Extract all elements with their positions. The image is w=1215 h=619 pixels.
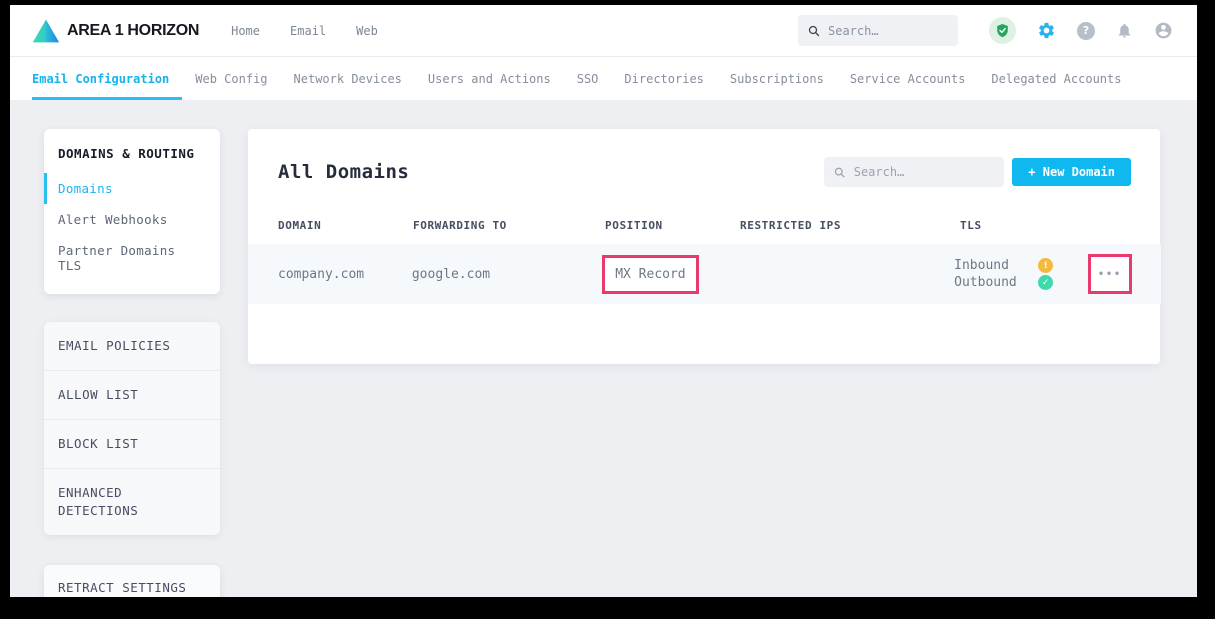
cell-position: MX Record: [602, 255, 736, 294]
topbar-right: ?: [798, 15, 1173, 46]
all-domains-panel: All Domains + New Domain DOMAIN FORWARDI…: [248, 129, 1160, 364]
protection-status-button[interactable]: [989, 17, 1016, 44]
account-button[interactable]: [1154, 21, 1173, 40]
tab-network-devices[interactable]: Network Devices: [281, 57, 415, 100]
tls-outbound-line: Outbound ✓: [954, 275, 1083, 290]
sidebar: DOMAINS & ROUTING Domains Alert Webhooks…: [44, 129, 220, 597]
content-area: DOMAINS & ROUTING Domains Alert Webhooks…: [10, 100, 1197, 596]
domains-search-input[interactable]: [854, 165, 995, 179]
tls-inbound-warning-icon: !: [1038, 258, 1053, 273]
sidebar-item-block-list[interactable]: BLOCK LIST: [44, 420, 220, 469]
logo-text: AREA 1 HORIZON: [67, 22, 199, 40]
panel-header: All Domains + New Domain: [278, 157, 1131, 187]
tab-users-and-actions[interactable]: Users and Actions: [415, 57, 564, 100]
tab-sso[interactable]: SSO: [564, 57, 612, 100]
global-search[interactable]: [798, 15, 958, 46]
logo[interactable]: AREA 1 HORIZON: [32, 18, 199, 44]
column-position: POSITION: [605, 219, 740, 232]
tab-delegated-accounts[interactable]: Delegated Accounts: [978, 57, 1134, 100]
sidebar-item-email-policies[interactable]: EMAIL POLICIES: [44, 322, 220, 371]
topnav-email[interactable]: Email: [290, 24, 326, 38]
column-forwarding-to: FORWARDING TO: [413, 219, 605, 232]
row-actions-annotation-highlight: •••: [1088, 254, 1132, 294]
help-button[interactable]: ?: [1077, 22, 1095, 40]
help-icon: ?: [1083, 24, 1089, 37]
shield-check-icon: [995, 23, 1010, 38]
cell-actions: •••: [1083, 254, 1132, 294]
topnav-web[interactable]: Web: [356, 24, 378, 38]
sidebar-item-domains[interactable]: Domains: [44, 173, 220, 204]
column-tls: TLS: [960, 219, 1090, 232]
settings-button[interactable]: [1037, 21, 1056, 40]
sidebar-item-alert-webhooks[interactable]: Alert Webhooks: [44, 204, 220, 235]
sidebar-item-enhanced-detections[interactable]: ENHANCED DETECTIONS: [44, 469, 220, 535]
tls-inbound-line: Inbound !: [954, 258, 1083, 273]
tls-outbound-check-icon: ✓: [1038, 275, 1053, 290]
tab-email-configuration[interactable]: Email Configuration: [32, 57, 182, 100]
column-actions: [1090, 219, 1131, 232]
position-value: MX Record: [615, 267, 685, 282]
page-title: All Domains: [278, 161, 409, 183]
config-tabbar: Email Configuration Web Config Network D…: [10, 57, 1197, 100]
email-policies-card: EMAIL POLICIES ALLOW LIST BLOCK LIST ENH…: [44, 322, 220, 535]
position-annotation-highlight: MX Record: [602, 255, 698, 294]
column-domain: DOMAIN: [278, 219, 413, 232]
settings-gear-icon: [1037, 21, 1056, 40]
sidebar-item-partner-domains-tls[interactable]: Partner Domains TLS: [44, 235, 220, 281]
global-search-input[interactable]: [828, 24, 948, 38]
table-row: company.com google.com MX Record Inbound…: [248, 244, 1161, 304]
topbar: AREA 1 HORIZON Home Email Web: [10, 5, 1197, 57]
tls-outbound-label: Outbound: [954, 275, 1038, 290]
domains-routing-card: DOMAINS & ROUTING Domains Alert Webhooks…: [44, 129, 220, 294]
sidebar-item-allow-list[interactable]: ALLOW LIST: [44, 371, 220, 420]
tab-web-config[interactable]: Web Config: [182, 57, 280, 100]
tab-service-accounts[interactable]: Service Accounts: [837, 57, 979, 100]
cell-domain: company.com: [278, 267, 412, 282]
search-icon: [834, 166, 845, 179]
domains-routing-heading: DOMAINS & ROUTING: [44, 146, 220, 161]
search-icon: [808, 24, 820, 38]
notifications-button[interactable]: [1116, 22, 1133, 39]
logo-triangle-icon: [32, 18, 60, 44]
app-window: AREA 1 HORIZON Home Email Web: [10, 5, 1197, 597]
top-navigation: Home Email Web: [231, 24, 378, 38]
account-icon: [1154, 21, 1173, 40]
table-header: DOMAIN FORWARDING TO POSITION RESTRICTED…: [278, 219, 1131, 232]
notifications-bell-icon: [1116, 22, 1133, 39]
cell-forwarding-to: google.com: [412, 267, 602, 282]
cell-tls: Inbound ! Outbound ✓: [954, 256, 1083, 292]
new-domain-button[interactable]: + New Domain: [1012, 158, 1131, 186]
domains-search[interactable]: [824, 157, 1004, 187]
sidebar-item-retract-settings[interactable]: RETRACT SETTINGS: [44, 565, 220, 597]
row-menu-button[interactable]: •••: [1098, 269, 1122, 280]
topnav-home[interactable]: Home: [231, 24, 260, 38]
tls-inbound-label: Inbound: [954, 258, 1038, 273]
tab-subscriptions[interactable]: Subscriptions: [717, 57, 837, 100]
tab-directories[interactable]: Directories: [611, 57, 716, 100]
column-restricted-ips: RESTRICTED IPS: [740, 219, 960, 232]
